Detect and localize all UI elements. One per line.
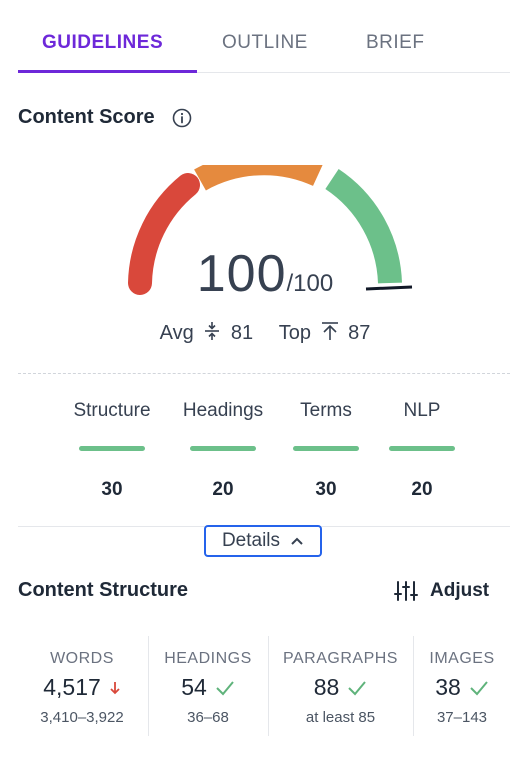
category-terms: Terms 30 bbox=[276, 400, 376, 501]
category-bar bbox=[293, 446, 359, 451]
category-label: Headings bbox=[182, 400, 264, 421]
dashed-divider bbox=[18, 373, 510, 374]
gauge-segment-mid bbox=[194, 165, 323, 191]
avg-label: Avg bbox=[159, 322, 194, 344]
category-bar bbox=[190, 446, 256, 451]
content-structure-title: Content Structure bbox=[18, 579, 188, 601]
stat-images: IMAGES 38 37–143 bbox=[414, 636, 510, 736]
score-readout: 100/100 bbox=[0, 244, 530, 304]
score-max: /100 bbox=[286, 270, 334, 297]
details-label: Details bbox=[221, 530, 281, 551]
stat-paragraphs: PARAGRAPHS 88 at least 85 bbox=[269, 636, 412, 736]
content-score-title: Content Score bbox=[18, 106, 155, 128]
category-label: Terms bbox=[300, 400, 352, 421]
category-value: 20 bbox=[411, 479, 433, 500]
stat-range: 37–143 bbox=[436, 709, 488, 726]
category-label: Structure bbox=[73, 400, 151, 421]
stat-range: 3,410–3,922 bbox=[40, 709, 124, 726]
stat-value: 88 bbox=[313, 674, 340, 700]
tab-outline[interactable]: OUTLINE bbox=[222, 32, 308, 54]
category-value: 20 bbox=[212, 479, 234, 500]
arrow-down-icon bbox=[110, 681, 120, 694]
category-headings: Headings 20 bbox=[173, 400, 273, 501]
stat-label: WORDS bbox=[50, 650, 114, 667]
stat-value: 4,517 bbox=[43, 674, 101, 700]
stat-range: at least 85 bbox=[305, 709, 376, 726]
details-button[interactable]: Details bbox=[204, 525, 322, 557]
chevron-up-icon bbox=[291, 537, 303, 545]
category-value: 30 bbox=[101, 479, 123, 500]
stat-value: 54 bbox=[181, 674, 207, 700]
vertical-align-center-icon bbox=[205, 322, 220, 340]
stat-headings: HEADINGS 54 36–68 bbox=[149, 636, 267, 736]
tab-guidelines[interactable]: GUIDELINES bbox=[42, 32, 163, 54]
stat-words: WORDS 4,517 3,410–3,922 bbox=[18, 636, 146, 736]
avg-value: 81 bbox=[230, 322, 254, 344]
benchmarks: Avg 81 Top 87 bbox=[0, 320, 530, 345]
stat-value-row: 4,517 bbox=[18, 674, 146, 701]
avg-benchmark: Avg 81 bbox=[160, 320, 253, 345]
category-bar bbox=[79, 446, 145, 451]
adjust-button[interactable]: Adjust bbox=[394, 580, 489, 602]
sliders-icon bbox=[394, 581, 418, 601]
adjust-label: Adjust bbox=[430, 580, 490, 601]
category-label: NLP bbox=[403, 400, 441, 421]
info-icon[interactable] bbox=[172, 108, 192, 128]
check-icon bbox=[348, 680, 367, 695]
tab-bar: GUIDELINES OUTLINE BRIEF bbox=[18, 0, 510, 73]
stat-value-row: 88 bbox=[269, 674, 412, 701]
top-value: 87 bbox=[348, 322, 371, 344]
stat-label: HEADINGS bbox=[164, 650, 252, 667]
tab-brief[interactable]: BRIEF bbox=[366, 32, 424, 54]
stat-value-row: 38 bbox=[414, 674, 510, 701]
category-structure: Structure 30 bbox=[62, 400, 162, 501]
stat-value-row: 54 bbox=[149, 674, 267, 701]
stat-range: 36–68 bbox=[187, 709, 229, 726]
top-benchmark: Top 87 bbox=[279, 320, 371, 345]
category-nlp: NLP 20 bbox=[372, 400, 472, 501]
stat-value: 38 bbox=[435, 674, 461, 700]
score-value: 100 bbox=[196, 245, 287, 303]
stat-label: PARAGRAPHS bbox=[283, 650, 398, 667]
category-value: 30 bbox=[315, 479, 337, 500]
top-label: Top bbox=[278, 322, 311, 344]
active-tab-indicator bbox=[18, 70, 197, 73]
stat-label: IMAGES bbox=[429, 650, 495, 667]
check-icon bbox=[216, 680, 234, 695]
category-bar bbox=[389, 446, 455, 451]
arrow-to-top-icon bbox=[321, 322, 338, 340]
check-icon bbox=[470, 680, 488, 695]
